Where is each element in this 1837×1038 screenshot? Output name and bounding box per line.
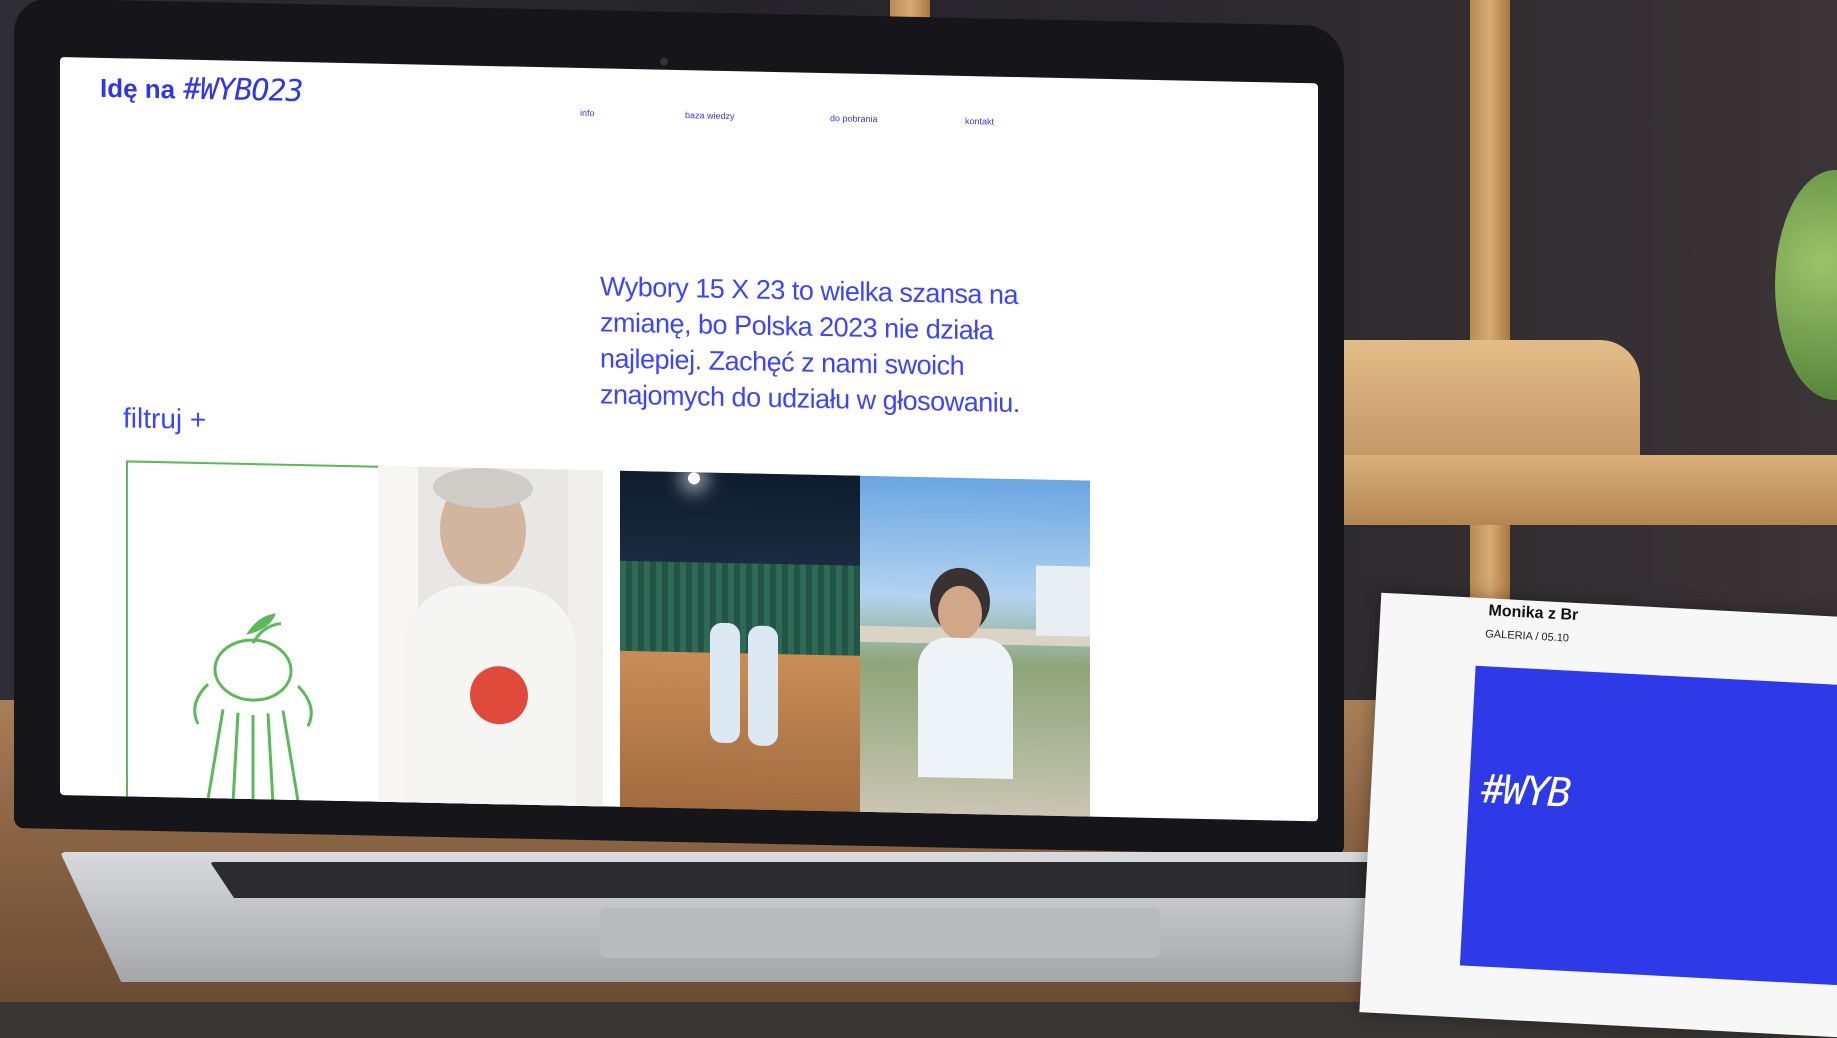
- gallery-card[interactable]: Monika z Br GALERIA / 05.10 #WYB: [1359, 592, 1837, 1038]
- clay-court: [620, 650, 860, 816]
- laptop-lid: Idę na #WYBO23 info baza wiedzy do pobran…: [14, 0, 1344, 856]
- filter-button[interactable]: filtruj +: [123, 402, 206, 436]
- logo-text: Idę na: [100, 72, 176, 105]
- nav-link-kontakt[interactable]: kontakt: [965, 116, 994, 127]
- gallery-tile-illustration[interactable]: [126, 460, 380, 810]
- building: [1036, 565, 1090, 637]
- site-logo[interactable]: Idę na #WYBO23: [100, 70, 303, 110]
- gallery-tile-photo-court[interactable]: [620, 470, 860, 816]
- court-fence: [620, 560, 860, 656]
- trackpad: [600, 908, 1160, 958]
- nav-link-info[interactable]: info: [580, 108, 595, 118]
- person-2: [748, 625, 778, 747]
- logo-hashtag: #WYBO23: [183, 71, 303, 110]
- card-title: Monika z Br: [1488, 602, 1579, 625]
- webcam: [660, 57, 668, 66]
- card-image: #WYB: [1459, 665, 1837, 987]
- floodlight: [688, 472, 700, 485]
- nav-link-do-pobrania[interactable]: do pobrania: [830, 113, 878, 124]
- hero-text: Wybory 15 X 23 to wielka szansa na zmian…: [600, 271, 1020, 419]
- person-face: [938, 585, 982, 641]
- gallery-tile-photo-lake[interactable]: [860, 475, 1090, 821]
- laptop-screen: Idę na #WYBO23 info baza wiedzy do pobran…: [60, 57, 1318, 822]
- gallery-tile-photo-man[interactable]: [378, 465, 603, 811]
- illustration-figure-icon: [193, 613, 313, 806]
- card-hashtag: #WYB: [1479, 766, 1571, 817]
- person-1: [710, 622, 740, 744]
- nav-link-baza-wiedzy[interactable]: baza wiedzy: [685, 110, 735, 121]
- card-meta: GALERIA / 05.10: [1484, 628, 1570, 645]
- keyboard: [210, 862, 1410, 898]
- shirt-print: [470, 665, 528, 725]
- shelf-board: [1290, 455, 1837, 525]
- person-shirt: [918, 637, 1013, 779]
